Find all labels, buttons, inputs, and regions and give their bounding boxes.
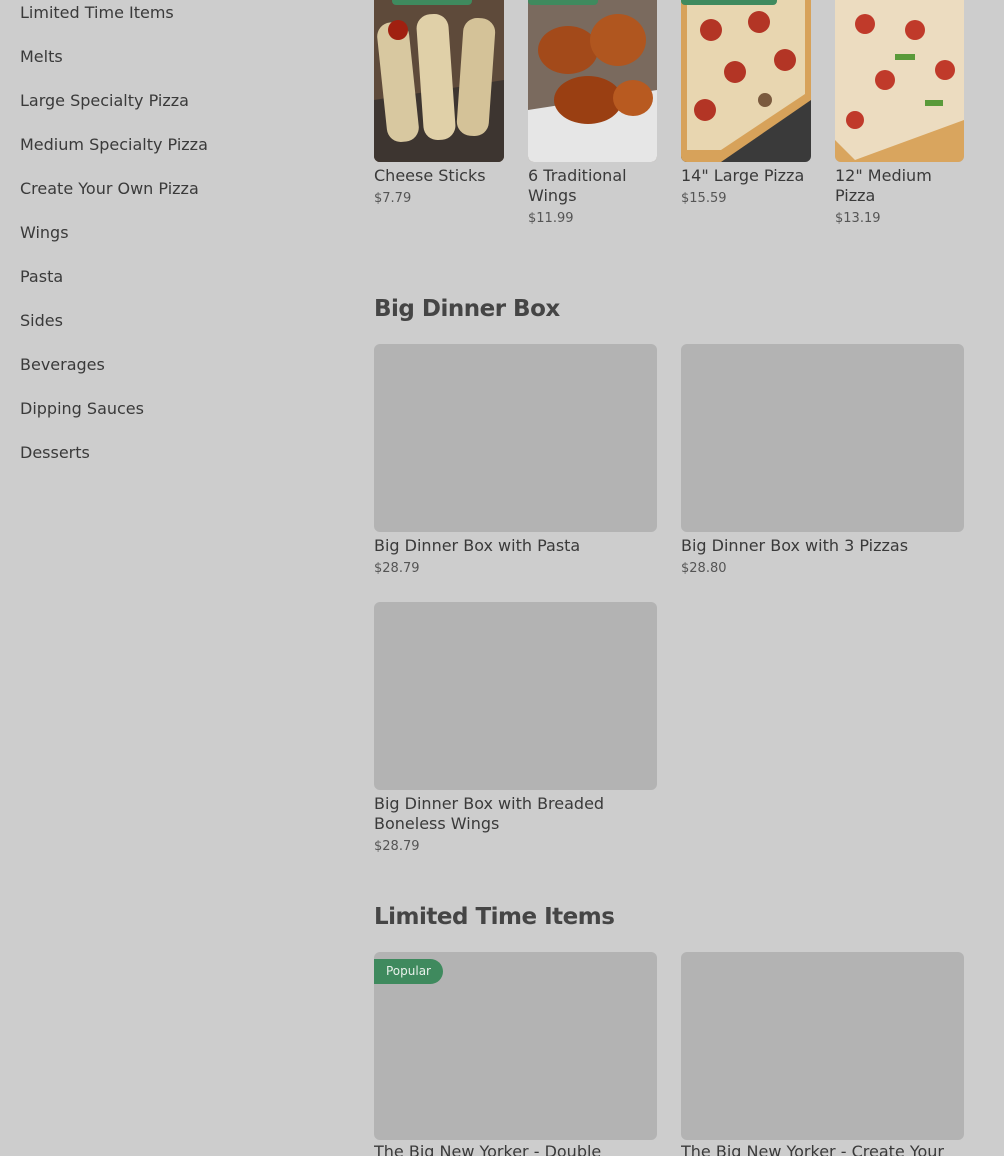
item-price: $15.59 [681, 191, 727, 206]
item-name: Big Dinner Box with Breaded Boneless Win… [374, 794, 605, 833]
menu-item-card[interactable]: Big Dinner Box with 3 Pizzas $28.80 [681, 344, 964, 580]
sidebar-item-limited-time-items[interactable]: Limited Time Items [20, 3, 174, 23]
item-price: $13.19 [835, 211, 881, 226]
item-image-placeholder [681, 952, 964, 1140]
menu-item-card[interactable]: Cheese Sticks $7.79 [374, 0, 504, 220]
item-image [681, 0, 811, 162]
item-image-placeholder [374, 602, 657, 790]
menu-item-card[interactable]: 12" Medium Pizza $13.19 [835, 0, 964, 230]
item-image [374, 0, 504, 162]
menu-item-card[interactable]: Big Dinner Box with Pasta $28.79 [374, 344, 657, 580]
item-price: $28.79 [374, 839, 420, 854]
sidebar-item-dipping-sauces[interactable]: Dipping Sauces [20, 399, 144, 419]
sidebar-item-create-your-own-pizza[interactable]: Create Your Own Pizza [20, 179, 199, 199]
item-price: $7.79 [374, 191, 412, 206]
sidebar-item-medium-specialty-pizza[interactable]: Medium Specialty Pizza [20, 135, 208, 155]
item-image-placeholder [374, 344, 657, 532]
popular-badge [392, 0, 472, 5]
popular-badge [681, 0, 777, 5]
item-name: 6 Traditional Wings [528, 166, 627, 205]
sidebar-item-melts[interactable]: Melts [20, 47, 63, 67]
item-image-placeholder [681, 344, 964, 532]
menu-item-card[interactable]: 6 Traditional Wings $11.99 [528, 0, 657, 230]
item-price: $11.99 [528, 211, 574, 226]
item-image [835, 0, 964, 162]
popular-badge: Popular [374, 959, 443, 984]
menu-item-card[interactable]: 14" Large Pizza $15.59 [681, 0, 811, 220]
popular-badge [528, 0, 598, 5]
item-name: 12" Medium Pizza [835, 166, 932, 205]
item-name: Big Dinner Box with Pasta [374, 536, 581, 555]
item-name: Big Dinner Box with 3 Pizzas [681, 536, 909, 555]
sidebar-item-large-specialty-pizza[interactable]: Large Specialty Pizza [20, 91, 189, 111]
menu-item-card[interactable]: The Big New Yorker - Create Your [681, 952, 964, 1156]
sidebar-item-sides[interactable]: Sides [20, 311, 63, 331]
item-name: The Big New Yorker - Create Your [681, 1142, 944, 1156]
sidebar-item-beverages[interactable]: Beverages [20, 355, 105, 375]
section-title-limited-time-items: Limited Time Items [374, 904, 615, 930]
sidebar-item-pasta[interactable]: Pasta [20, 267, 63, 287]
item-name: Cheese Sticks [374, 166, 486, 185]
menu-item-card[interactable]: Popular The Big New Yorker - Double [374, 952, 657, 1156]
section-title-big-dinner-box: Big Dinner Box [374, 296, 560, 322]
item-name: 14" Large Pizza [681, 166, 805, 185]
menu-item-card[interactable]: Big Dinner Box with Breaded Boneless Win… [374, 602, 657, 858]
item-price: $28.80 [681, 561, 727, 576]
sidebar-item-desserts[interactable]: Desserts [20, 443, 90, 463]
item-name: The Big New Yorker - Double [374, 1142, 602, 1156]
item-image [528, 0, 657, 162]
item-price: $28.79 [374, 561, 420, 576]
sidebar-item-wings[interactable]: Wings [20, 223, 69, 243]
